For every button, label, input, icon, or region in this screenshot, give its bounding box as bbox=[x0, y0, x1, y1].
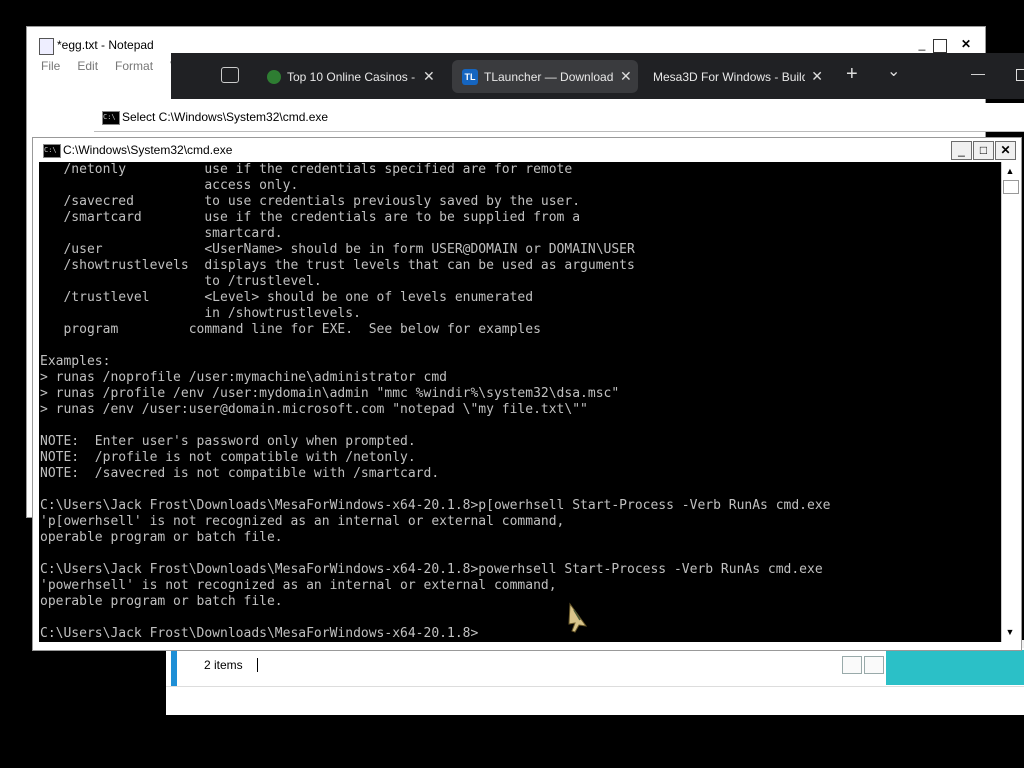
tab-close-icon[interactable]: ✕ bbox=[811, 68, 823, 85]
cmd-titlebar[interactable]: C:\ C:\Windows\System32\cmd.exe _ □ ✕ bbox=[33, 138, 1021, 162]
menu-file[interactable]: File bbox=[41, 59, 60, 73]
explorer-nav-icon bbox=[171, 646, 177, 686]
notepad-icon bbox=[39, 38, 54, 55]
notepad-maximize-button[interactable] bbox=[933, 39, 947, 53]
cmd-maximize-button[interactable]: □ bbox=[973, 141, 994, 160]
tab-groups-icon[interactable] bbox=[221, 67, 239, 83]
console-scrollbar[interactable]: ▲ ▼ bbox=[1001, 162, 1019, 642]
scroll-thumb[interactable] bbox=[1003, 180, 1019, 194]
console-output[interactable]: /netonly use if the credentials specifie… bbox=[39, 162, 1001, 642]
large-icons-view-icon[interactable] bbox=[864, 656, 884, 674]
notepad-minimize-button[interactable]: _ bbox=[913, 37, 931, 53]
scroll-down-arrow-icon[interactable]: ▼ bbox=[1004, 626, 1016, 638]
tab-tlauncher[interactable]: TL TLauncher — Download I ✕ bbox=[452, 60, 638, 93]
explorer-accent-panel bbox=[886, 650, 1024, 685]
browser-tabstrip: Top 10 Online Casinos - I ✕ TL TLauncher… bbox=[171, 53, 1024, 99]
select-cmd-title: Select C:\Windows\System32\cmd.exe bbox=[122, 110, 329, 124]
notepad-close-button[interactable]: ✕ bbox=[957, 37, 975, 53]
tab-casinos[interactable]: Top 10 Online Casinos - I ✕ bbox=[257, 60, 439, 93]
menu-edit[interactable]: Edit bbox=[77, 59, 98, 73]
tab-tlauncher-label: TLauncher — Download I bbox=[484, 69, 614, 84]
explorer-status-text: 2 items bbox=[204, 658, 243, 672]
tlauncher-favicon-icon: TL bbox=[462, 68, 478, 85]
casino-favicon-icon bbox=[267, 69, 281, 84]
explorer-window: Network 2 items bbox=[166, 640, 1024, 715]
tab-mesa3d-label: Mesa3D For Windows - Build bbox=[653, 69, 806, 84]
cmd-window[interactable]: C:\ C:\Windows\System32\cmd.exe _ □ ✕ /n… bbox=[32, 137, 1022, 651]
explorer-status-divider bbox=[257, 658, 258, 672]
details-view-icon[interactable] bbox=[842, 656, 862, 674]
cmd-close-button[interactable]: ✕ bbox=[995, 141, 1016, 160]
new-tab-button[interactable]: + bbox=[846, 63, 858, 86]
select-cmd-window[interactable]: C:\ Select C:\Windows\System32\cmd.exe bbox=[94, 103, 1024, 132]
tab-casinos-label: Top 10 Online Casinos - I bbox=[287, 69, 417, 84]
cmd-icon: C:\ bbox=[102, 111, 120, 125]
cmd-minimize-button[interactable]: _ bbox=[951, 141, 972, 160]
notepad-title: *egg.txt - Notepad bbox=[57, 38, 154, 52]
console-text: /netonly use if the credentials specifie… bbox=[40, 162, 831, 641]
explorer-bottom-area bbox=[166, 686, 1024, 715]
scroll-up-arrow-icon[interactable]: ▲ bbox=[1004, 165, 1016, 177]
menu-format[interactable]: Format bbox=[115, 59, 153, 73]
mouse-cursor-icon bbox=[568, 602, 588, 633]
browser-maximize-button[interactable] bbox=[1016, 69, 1024, 81]
tab-search-icon[interactable]: ⌄ bbox=[887, 61, 900, 81]
cmd-icon: C:\ bbox=[43, 144, 61, 158]
notepad-menubar: File Edit Format V bbox=[41, 59, 178, 73]
tab-close-icon[interactable]: ✕ bbox=[423, 68, 435, 85]
tab-close-icon[interactable]: ✕ bbox=[620, 68, 632, 85]
tab-mesa3d[interactable]: Mesa3D For Windows - Build ✕ bbox=[643, 60, 823, 93]
browser-minimize-button[interactable]: — bbox=[971, 65, 985, 81]
cmd-title: C:\Windows\System32\cmd.exe bbox=[63, 143, 233, 157]
